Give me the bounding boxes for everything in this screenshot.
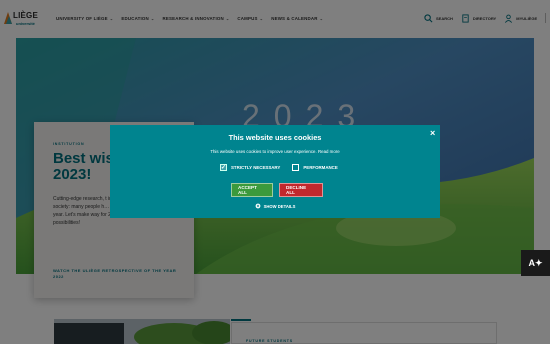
decline-all-button[interactable]: Decline all xyxy=(279,183,323,197)
cookie-description: This website uses cookies to improve use… xyxy=(210,149,340,154)
cookie-options: ✓ Strictly necessary Performance xyxy=(220,164,338,171)
cookie-actions: Accept all Decline all xyxy=(231,183,323,197)
show-details-toggle[interactable]: Show details xyxy=(110,203,440,209)
gear-icon xyxy=(255,203,260,209)
accessibility-button[interactable]: A✦ xyxy=(521,250,550,276)
accessibility-icon: A✦ xyxy=(528,257,543,268)
performance-checkbox[interactable]: Performance xyxy=(292,164,338,171)
close-icon[interactable]: × xyxy=(430,128,435,138)
cookie-dialog: This website uses cookies × This website… xyxy=(110,125,440,218)
accept-all-button[interactable]: Accept all xyxy=(231,183,273,197)
checkbox-checked-icon: ✓ xyxy=(220,164,227,171)
read-more-link[interactable]: Read more xyxy=(318,149,340,154)
strictly-necessary-checkbox[interactable]: ✓ Strictly necessary xyxy=(220,164,280,171)
checkbox-icon xyxy=(292,164,300,171)
cookie-title: This website uses cookies xyxy=(228,133,322,142)
